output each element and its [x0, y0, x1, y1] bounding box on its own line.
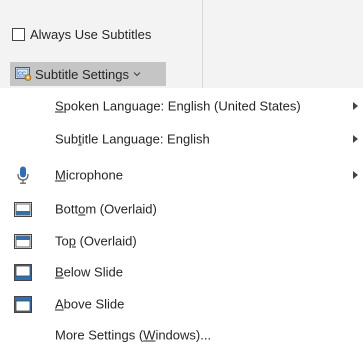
chevron-down-icon: [133, 72, 141, 77]
svg-text:CC: CC: [18, 72, 26, 78]
menu-item-label: Top (Overlaid): [55, 233, 137, 249]
subtitles-ribbon-group: Always Use Subtitles CC Subtitle Setting…: [0, 0, 363, 88]
subtitle-settings-button[interactable]: CC Subtitle Settings: [10, 62, 166, 86]
screen-below-slide-icon: [14, 263, 32, 281]
menu-item-label: More Settings (Windows)...: [55, 327, 212, 343]
submenu-arrow-icon: [353, 171, 358, 179]
closed-caption-icon: CC: [15, 67, 32, 81]
menu-item-label: Microphone: [55, 167, 123, 183]
screen-top-overlay-icon: [14, 233, 32, 249]
checkbox-box[interactable]: [12, 27, 25, 41]
microphone-icon: [17, 166, 29, 184]
screen-above-slide-icon: [14, 295, 32, 313]
menu-item-label: Bottom (Overlaid): [55, 201, 157, 217]
menu-item-more-settings[interactable]: More Settings (Windows)...: [0, 321, 363, 349]
menu-item-top-overlaid[interactable]: Top (Overlaid): [0, 227, 363, 255]
menu-item-label: Spoken Language: English (United States): [55, 98, 301, 114]
always-use-subtitles-label: Always Use Subtitles: [30, 26, 152, 42]
ribbon-separator: [202, 0, 203, 88]
menu-item-below-slide[interactable]: Below Slide: [0, 258, 363, 286]
menu-item-spoken-language[interactable]: Spoken Language: English (United States): [0, 92, 363, 120]
menu-item-subtitle-language[interactable]: Subtitle Language: English: [0, 125, 363, 153]
menu-item-label: Above Slide: [55, 296, 125, 312]
submenu-arrow-icon: [353, 135, 358, 143]
submenu-arrow-icon: [353, 102, 358, 110]
menu-item-microphone[interactable]: Microphone: [0, 161, 363, 189]
menu-item-above-slide[interactable]: Above Slide: [0, 290, 363, 318]
menu-item-label: Subtitle Language: English: [55, 131, 210, 147]
subtitle-settings-menu: Spoken Language: English (United States)…: [0, 88, 363, 349]
menu-item-bottom-overlaid[interactable]: Bottom (Overlaid): [0, 195, 363, 223]
menu-item-label: Below Slide: [55, 264, 123, 280]
screen-bottom-overlay-icon: [14, 201, 32, 217]
subtitle-settings-label: Subtitle Settings: [35, 66, 129, 82]
always-use-subtitles-checkbox[interactable]: Always Use Subtitles: [12, 24, 151, 44]
